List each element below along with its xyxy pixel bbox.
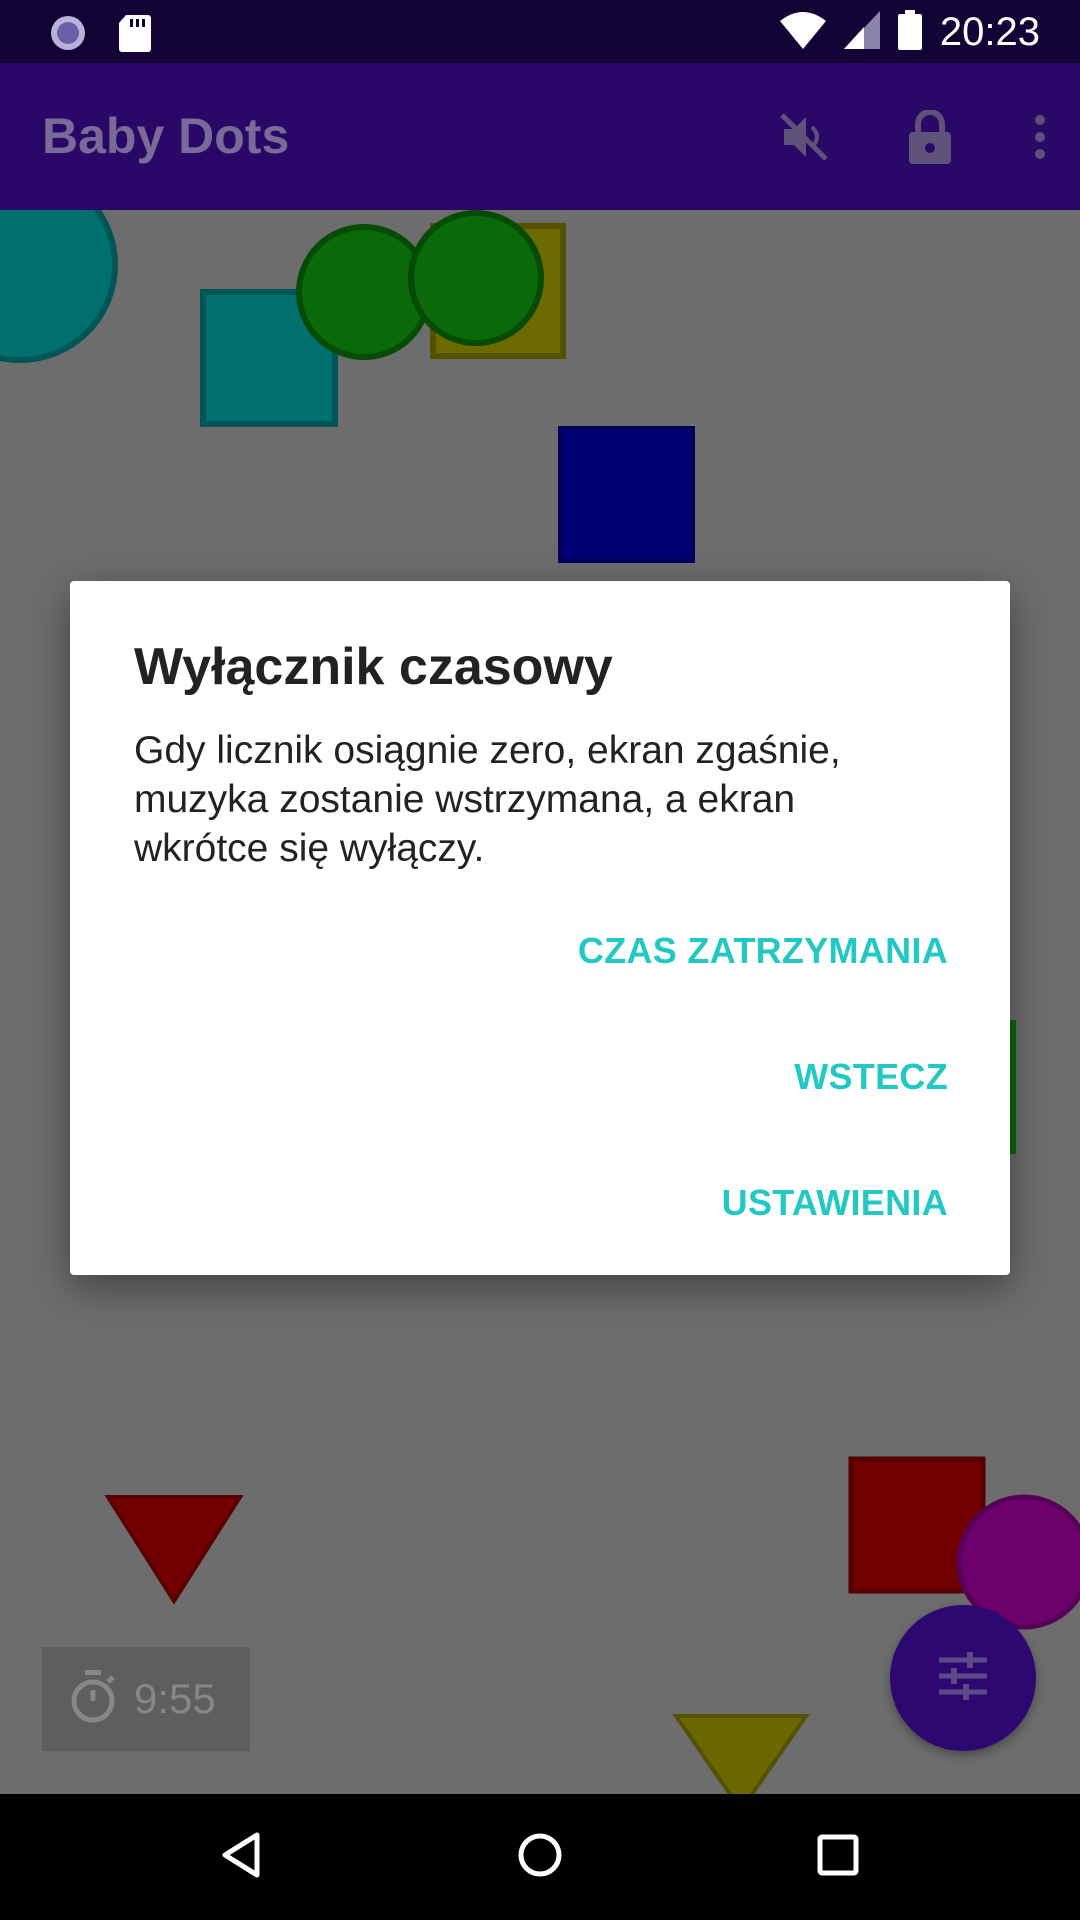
recents-icon (817, 1834, 859, 1881)
status-time: 20:23 (939, 10, 1040, 54)
mute-icon (778, 111, 830, 168)
navigation-bar (0, 1794, 1080, 1920)
home-icon (517, 1832, 563, 1883)
navy-square (558, 426, 695, 563)
timer-dialog: Wyłącznik czasowy Gdy licznik osiągnie z… (70, 581, 1010, 1275)
back-icon (221, 1832, 261, 1883)
back-button[interactable]: WSTECZ (794, 1056, 948, 1098)
green-circle-right (408, 210, 544, 346)
lock-icon (907, 108, 953, 169)
wifi-icon (779, 11, 826, 54)
stop-time-button[interactable]: CZAS ZATRZYMANIA (578, 930, 948, 972)
sd-card-icon (118, 13, 152, 58)
olive-triangle (672, 1714, 810, 1794)
teal-circle (0, 210, 118, 363)
nav-recents-button[interactable] (803, 1822, 873, 1892)
battery-icon (897, 9, 922, 55)
sync-icon (48, 13, 88, 58)
more-vert-icon (1033, 114, 1047, 165)
more-options-button[interactable] (1000, 99, 1080, 179)
mute-button[interactable] (764, 99, 844, 179)
tune-icon (937, 1651, 989, 1705)
dialog-title: Wyłącznik czasowy (134, 638, 613, 696)
nav-home-button[interactable] (505, 1822, 575, 1892)
timer-value: 9:55 (134, 1675, 216, 1722)
lock-button[interactable] (890, 99, 970, 179)
app-title: Baby Dots (42, 108, 290, 164)
status-bar: 20:23 (0, 0, 1080, 63)
stopwatch-icon (68, 1669, 118, 1729)
signal-icon (843, 10, 880, 54)
dialog-message: Gdy licznik osiągnie zero, ekran zgaśnie… (134, 729, 841, 870)
settings-button[interactable]: USTAWIENIA (722, 1182, 948, 1224)
timer-chip[interactable]: 9:55 (42, 1647, 250, 1751)
app-bar: Baby Dots (0, 63, 1080, 210)
settings-fab[interactable] (890, 1605, 1036, 1751)
nav-back-button[interactable] (206, 1822, 276, 1892)
red-triangle (104, 1495, 244, 1605)
